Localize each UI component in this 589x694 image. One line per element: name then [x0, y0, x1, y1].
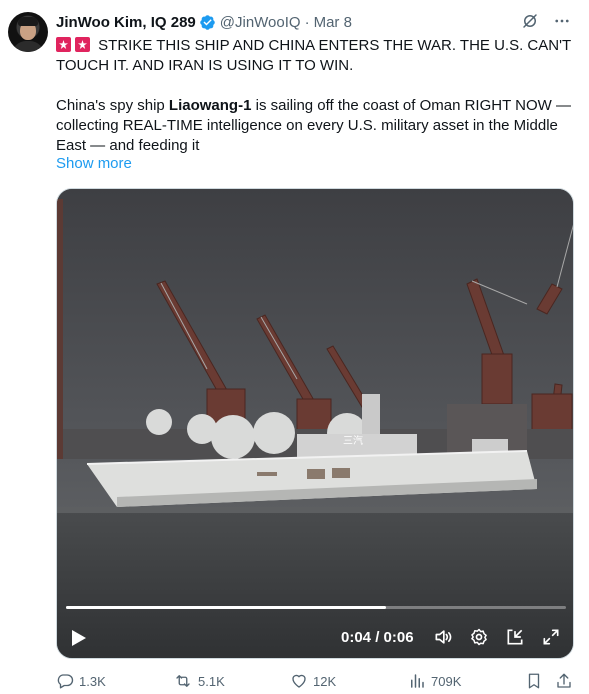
verified-badge-icon: [199, 14, 216, 31]
grok-icon[interactable]: [521, 12, 539, 35]
header-actions: [521, 12, 571, 35]
show-more-link[interactable]: Show more: [56, 155, 132, 172]
video-progress-bar[interactable]: [66, 606, 566, 609]
share-icon: [555, 672, 573, 690]
tweet-actions: 1.3K 5.1K 12K 709K: [56, 672, 576, 694]
tweet-paragraph-1: STRIKE THIS SHIP AND CHINA ENTERS THE WA…: [56, 36, 576, 76]
author-name[interactable]: JinWoo Kim, IQ 289: [56, 14, 196, 31]
tweet-date[interactable]: Mar 8: [314, 14, 352, 31]
tweet: JinWoo Kim, IQ 289 @JinWooIQ · Mar 8 STR…: [0, 0, 589, 693]
tweet-text: STRIKE THIS SHIP AND CHINA ENTERS THE WA…: [56, 36, 576, 156]
picture-in-picture-icon[interactable]: [505, 627, 525, 652]
avatar[interactable]: [8, 12, 48, 52]
reply-icon: [56, 672, 74, 690]
tweet-text-segment: China's spy ship: [56, 97, 169, 114]
video-controls: 0:04 / 0:06: [57, 619, 573, 655]
like-button[interactable]: 12K: [290, 672, 336, 690]
play-icon[interactable]: [71, 629, 87, 652]
author-handle[interactable]: @JinWooIQ: [220, 14, 301, 31]
retweet-icon: [173, 672, 193, 690]
tweet-line-1: STRIKE THIS SHIP AND CHINA ENTERS THE WA…: [56, 37, 571, 74]
more-options-icon[interactable]: [553, 12, 571, 35]
settings-gear-icon[interactable]: [469, 627, 489, 652]
video-time: 0:04 / 0:06: [341, 629, 414, 646]
tweet-paragraph-2: China's spy ship Liaowang-1 is sailing o…: [56, 96, 576, 156]
heart-icon: [290, 672, 308, 690]
views-chart-icon: [408, 672, 426, 690]
fullscreen-icon[interactable]: [541, 627, 561, 652]
police-light-emoji: [56, 37, 71, 52]
like-count: 12K: [313, 673, 337, 689]
separator-dot: ·: [304, 13, 310, 31]
views-count: 709K: [431, 673, 462, 689]
ship-name-bold: Liaowang-1: [168, 97, 252, 114]
ship-hull-text: 三汽: [343, 434, 363, 447]
volume-icon[interactable]: [433, 627, 453, 652]
video-progress-fill: [66, 606, 386, 609]
retweet-button[interactable]: 5.1K: [173, 672, 225, 690]
video-player[interactable]: 三汽 0:04 / 0:06: [56, 188, 574, 659]
share-button[interactable]: [555, 672, 573, 690]
tweet-header: JinWoo Kim, IQ 289 @JinWooIQ · Mar 8: [56, 12, 352, 32]
police-light-emoji: [75, 37, 90, 52]
retweet-count: 5.1K: [198, 673, 225, 689]
video-frame: 三汽: [57, 189, 573, 658]
reply-count: 1.3K: [79, 673, 106, 689]
reply-button[interactable]: 1.3K: [56, 672, 106, 690]
views-button[interactable]: 709K: [408, 672, 461, 690]
bookmark-icon: [525, 672, 543, 690]
bookmark-button[interactable]: [525, 672, 543, 690]
